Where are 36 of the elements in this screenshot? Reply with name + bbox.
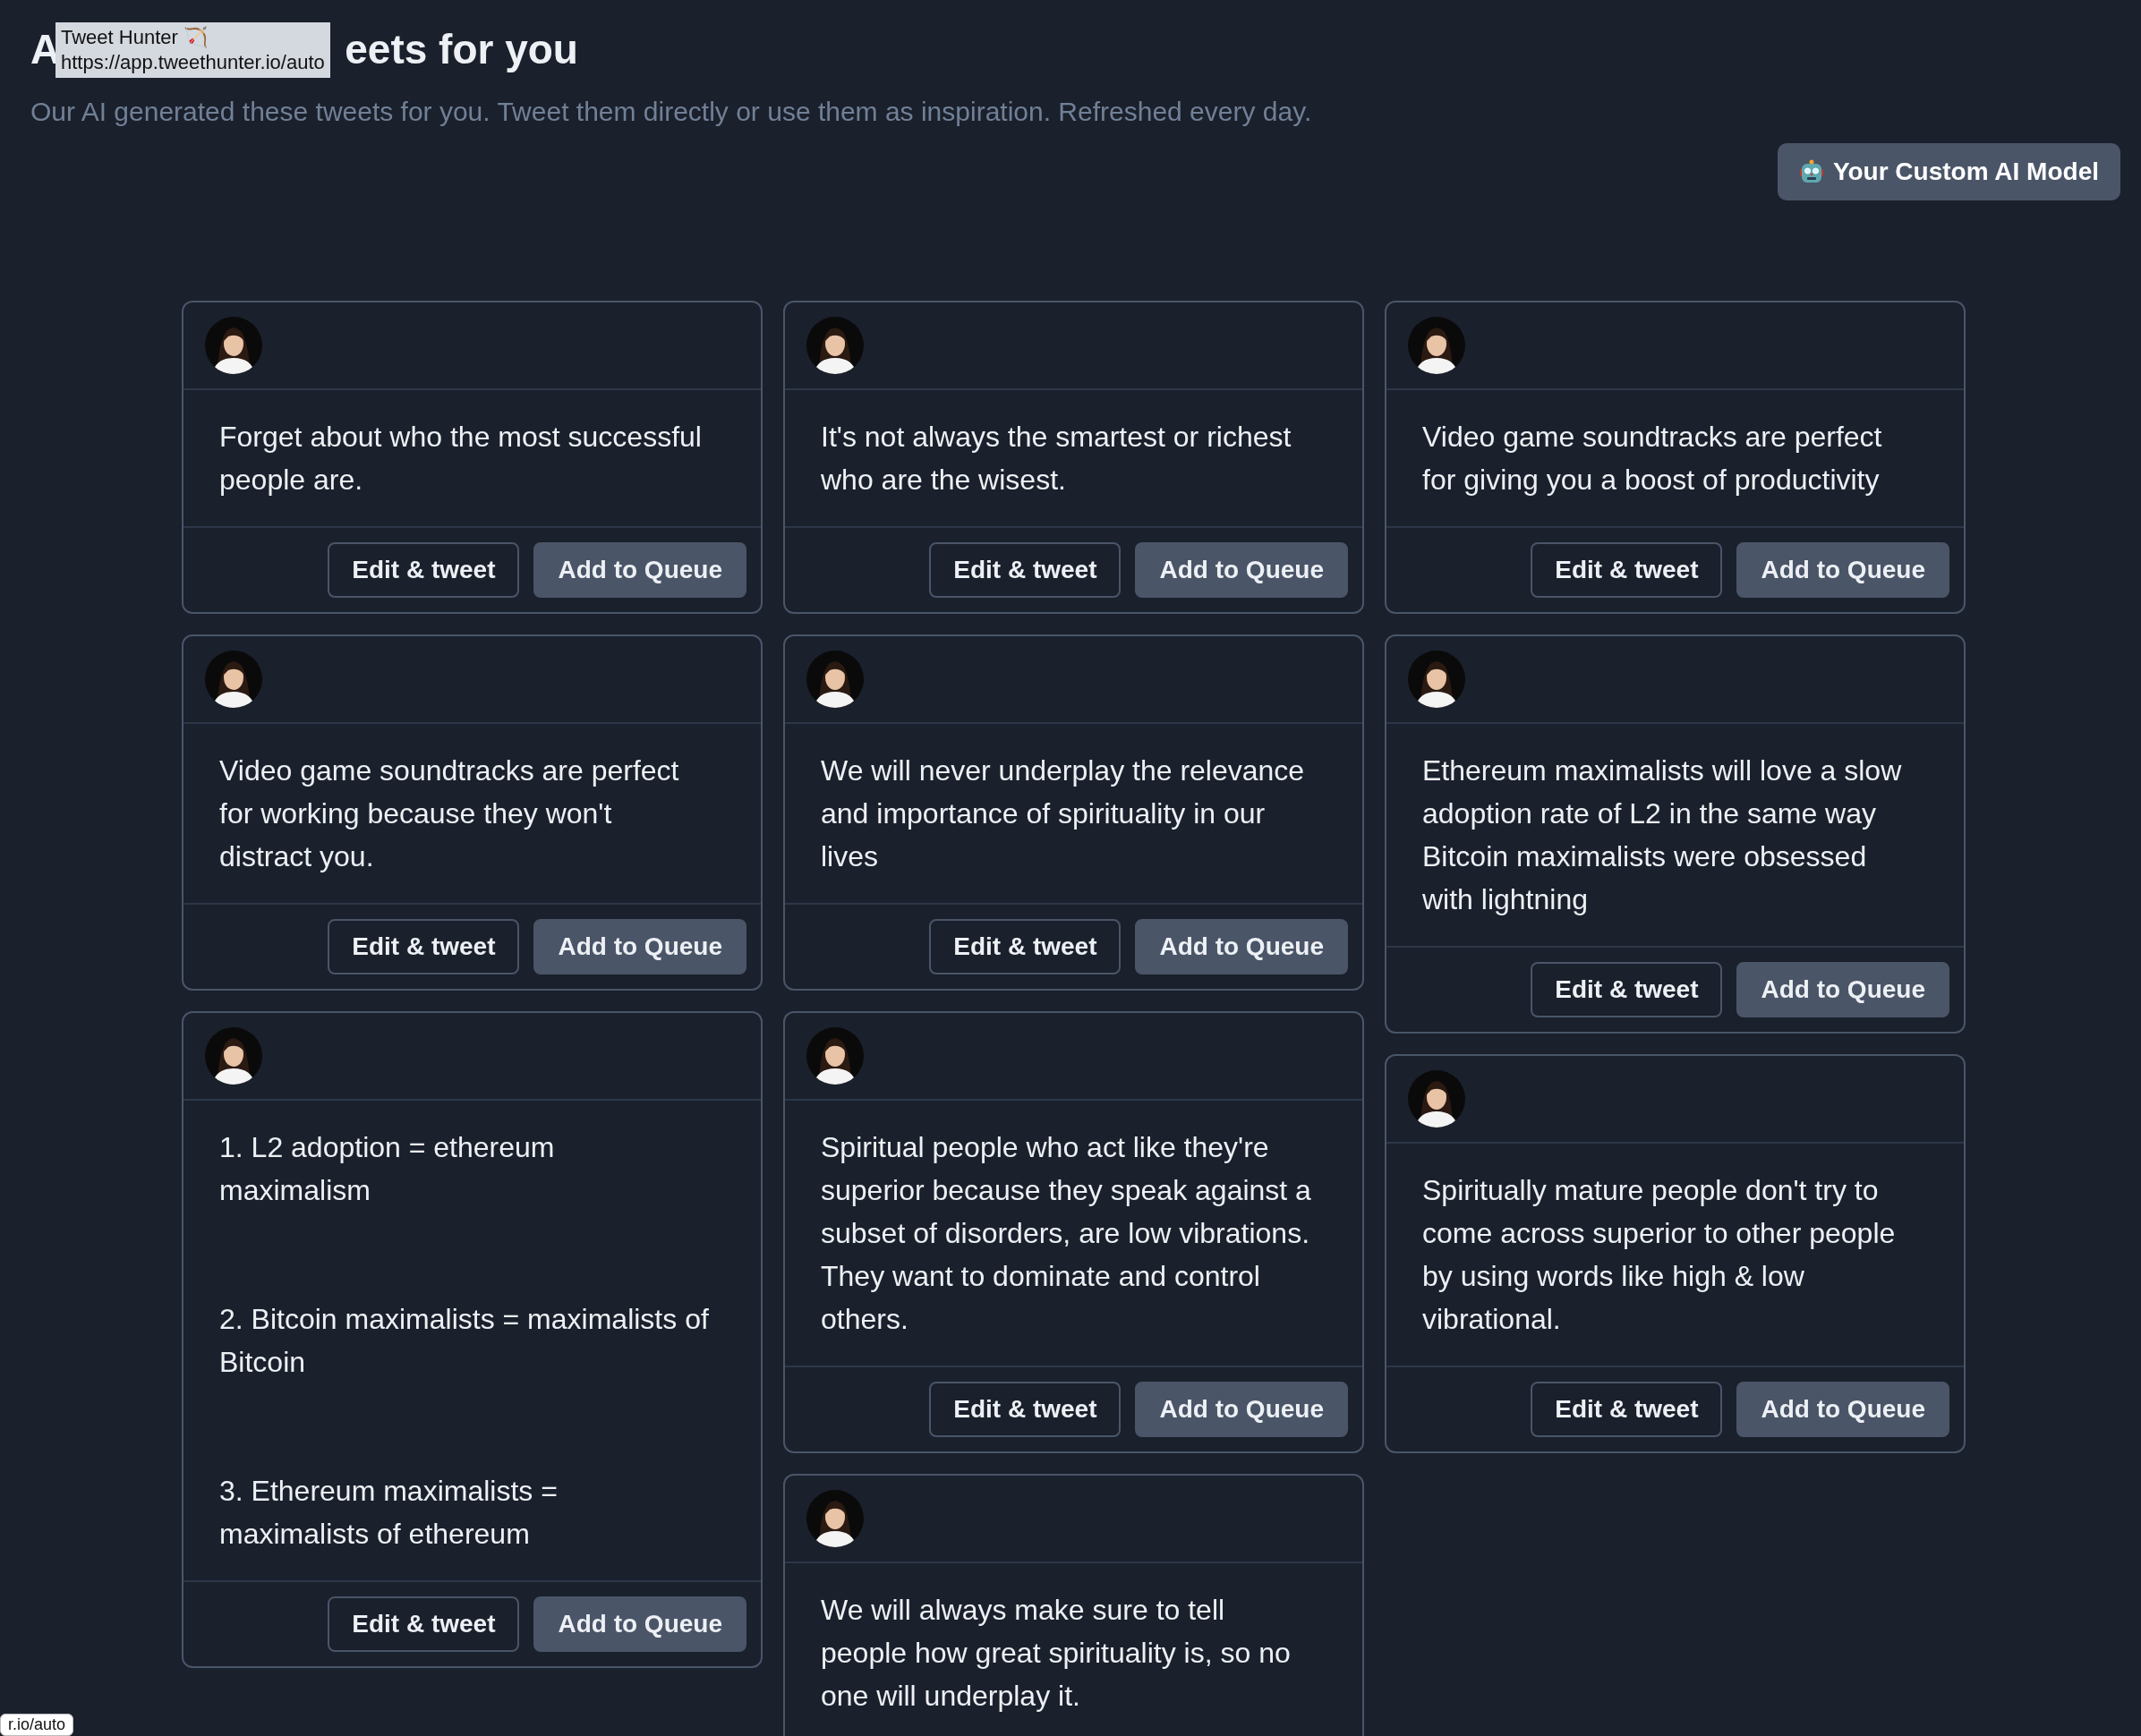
edit-tweet-button[interactable]: Edit & tweet bbox=[929, 919, 1122, 974]
status-url: r.io/auto bbox=[0, 1714, 74, 1736]
tweet-text: Forget about who the most successful people are. bbox=[218, 420, 703, 498]
tooltip-url: https://app.tweethunter.io/auto bbox=[61, 51, 325, 74]
page-title: A bbox=[30, 25, 61, 73]
edit-tweet-button[interactable]: Edit & tweet bbox=[929, 542, 1122, 598]
add-to-queue-button[interactable]: Add to Queue bbox=[1135, 919, 1348, 974]
tweet-text: Video game soundtracks are perfect for working because they won't distract you. bbox=[218, 753, 680, 874]
add-to-queue-button[interactable]: Add to Queue bbox=[1736, 962, 1949, 1017]
add-to-queue-button[interactable]: Add to Queue bbox=[1736, 1382, 1949, 1437]
robot-icon bbox=[1798, 159, 1824, 184]
edit-tweet-button[interactable]: Edit & tweet bbox=[929, 1382, 1122, 1437]
edit-tweet-button[interactable]: Edit & tweet bbox=[1531, 962, 1723, 1017]
add-to-queue-button[interactable]: Add to Queue bbox=[1736, 542, 1949, 598]
edit-tweet-button[interactable]: Edit & tweet bbox=[1531, 542, 1723, 598]
custom-ai-model-button[interactable]: Your Custom AI Model bbox=[1777, 143, 2120, 200]
tweet-text: Video game soundtracks are perfect for giving you a boost of productivity bbox=[1421, 420, 1883, 498]
page-title: eets for you bbox=[345, 25, 578, 73]
edit-tweet-button[interactable]: Edit & tweet bbox=[328, 542, 520, 598]
add-to-queue-button[interactable]: Add to Queue bbox=[533, 919, 746, 974]
tweet-text: We will never underplay the relevance and importance of spirituality in our lives bbox=[820, 753, 1306, 874]
add-to-queue-button[interactable]: Add to Queue bbox=[533, 1596, 746, 1652]
add-to-queue-button[interactable]: Add to Queue bbox=[1135, 542, 1348, 598]
edit-tweet-button[interactable]: Edit & tweet bbox=[328, 1596, 520, 1652]
tweet-text: Spiritually mature people don't try to come across superior to other people by using words like high & low vibrational. bbox=[1421, 1173, 1897, 1337]
edit-tweet-button[interactable]: Edit & tweet bbox=[328, 919, 520, 974]
add-to-queue-button[interactable]: Add to Queue bbox=[1135, 1382, 1348, 1437]
page-subtitle: Our AI generated these tweets for you. Tweet them directly or use them as inspiration. Refreshed every day. bbox=[30, 97, 1313, 127]
tweet-text: 1. L2 adoption = ethereum maximalism 2. Bitcoin maximalists = maximalists of Bitcoin 3. Ethereum maximalists = maximalists of ethereum bbox=[218, 1130, 710, 1552]
tweet-text: It's not always the smartest or richest who are the wisest. bbox=[820, 420, 1292, 498]
tweet-text: Ethereum maximalists will love a slow adoption rate of L2 in the same way Bitcoin maximalists were obsessed with lightning bbox=[1421, 753, 1903, 917]
tweet-text: Spiritual people who act like they're superior because they speak against a subset of disorders, are low vibrations. They want to dominate and control others. bbox=[820, 1130, 1312, 1337]
tooltip-title: Tweet Hunter 🏹 bbox=[61, 26, 209, 49]
tweet-text: We will always make sure to tell people how great spirituality is, so no one will underplay it. bbox=[820, 1593, 1292, 1714]
add-to-queue-button[interactable]: Add to Queue bbox=[533, 542, 746, 598]
edit-tweet-button[interactable]: Edit & tweet bbox=[1531, 1382, 1723, 1437]
